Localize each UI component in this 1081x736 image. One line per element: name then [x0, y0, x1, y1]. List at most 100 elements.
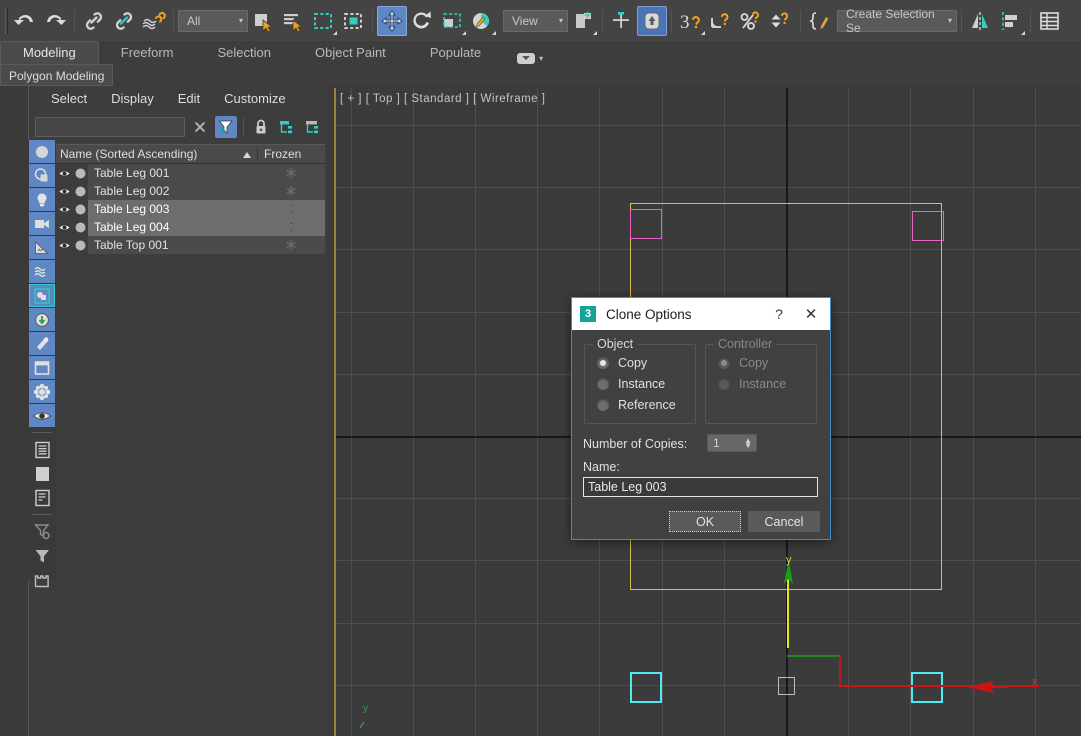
ok-button[interactable]: OK [669, 511, 741, 532]
table-leg-001-wireframe[interactable] [630, 209, 662, 239]
display-groups-icon[interactable] [29, 284, 55, 307]
undo-icon[interactable] [10, 6, 40, 36]
close-icon[interactable]: ✕ [794, 305, 828, 323]
display-shapes-icon[interactable] [29, 164, 55, 187]
object-name[interactable]: Table Top 001 [88, 236, 257, 254]
keyboard-shortcut-override-icon[interactable] [637, 5, 667, 36]
select-and-manipulate-icon[interactable] [607, 6, 637, 36]
configure-filter-icon[interactable] [29, 520, 55, 543]
visibility-eye-icon[interactable] [56, 205, 72, 214]
display-containers-icon[interactable] [29, 356, 55, 379]
gizmo-x-arrow[interactable] [964, 677, 1034, 697]
clone-name-input[interactable]: Table Leg 003 [583, 477, 818, 497]
polygon-modeling-tab[interactable]: Polygon Modeling [0, 64, 114, 86]
object-color-swatch[interactable] [72, 186, 88, 197]
frozen-cell[interactable] [257, 236, 325, 254]
select-and-scale-icon[interactable] [437, 6, 467, 36]
object-color-swatch[interactable] [72, 222, 88, 233]
spinner-arrows-icon[interactable]: ▲ ▼ [744, 437, 756, 450]
display-lights-icon[interactable] [29, 188, 55, 211]
gizmo-xy-plane-handle[interactable] [786, 634, 866, 690]
angle-snap-toggle-icon[interactable] [706, 6, 736, 36]
display-geometry-icon[interactable] [29, 140, 55, 163]
tab-modeling[interactable]: Modeling [0, 41, 99, 64]
display-particles-icon[interactable] [29, 380, 55, 403]
frozen-cell[interactable] [257, 218, 325, 236]
tab-freeform[interactable]: Freeform [99, 41, 196, 64]
tab-object-paint[interactable]: Object Paint [293, 41, 408, 64]
object-name[interactable]: Table Leg 001 [88, 164, 257, 182]
table-leg-002-wireframe[interactable] [912, 211, 944, 241]
detail-view-icon[interactable] [29, 486, 55, 509]
list-view-icon[interactable] [29, 438, 55, 461]
window-crossing-icon[interactable] [338, 6, 368, 36]
radio-object-reference[interactable]: Reference [585, 394, 695, 415]
visibility-eye-icon[interactable] [56, 223, 72, 232]
number-of-copies-stepper[interactable]: 1 ▲ ▼ [707, 434, 757, 452]
tab-populate[interactable]: Populate [408, 41, 503, 64]
expand-all-icon[interactable] [276, 116, 298, 138]
object-name[interactable]: Table Leg 004 [88, 218, 257, 236]
dialog-titlebar[interactable]: 3 Clone Options ? ✕ [572, 298, 830, 330]
display-cameras-icon[interactable] [29, 212, 55, 235]
align-icon[interactable] [996, 6, 1026, 36]
frozen-cell[interactable] [257, 200, 325, 218]
select-object-icon[interactable] [248, 6, 278, 36]
scene-explorer-icon[interactable] [1035, 6, 1065, 36]
column-frozen[interactable]: Frozen [257, 147, 325, 161]
select-and-rotate-icon[interactable] [407, 6, 437, 36]
object-name[interactable]: Table Leg 003 [88, 200, 257, 218]
lock-icon[interactable] [250, 116, 272, 138]
menu-edit[interactable]: Edit [166, 86, 212, 112]
object-color-swatch[interactable] [72, 204, 88, 215]
help-button[interactable]: ? [764, 306, 794, 322]
visibility-eye-icon[interactable] [56, 241, 72, 250]
select-by-name-icon[interactable] [278, 6, 308, 36]
percent-snap-toggle-icon[interactable] [736, 6, 766, 36]
select-and-link-icon[interactable] [79, 6, 109, 36]
table-row[interactable]: Table Leg 001 [28, 164, 325, 182]
select-and-place-icon[interactable] [467, 6, 497, 36]
reference-coordinate-system-dropdown[interactable]: View ▾ [503, 9, 568, 32]
collapse-all-icon[interactable] [302, 116, 324, 138]
unlink-selection-icon[interactable] [109, 6, 139, 36]
table-row[interactable]: Table Top 001 [28, 236, 325, 254]
table-row[interactable]: Table Leg 003 [28, 200, 325, 218]
search-input[interactable] [35, 117, 185, 137]
visibility-eye-icon[interactable] [56, 187, 72, 196]
use-pivot-point-center-icon[interactable] [568, 6, 598, 36]
named-selection-set-dropdown[interactable]: Create Selection Se ▾ [837, 7, 957, 35]
clear-search-icon[interactable] [189, 116, 211, 138]
select-and-move-icon[interactable] [377, 5, 407, 36]
spinner-snap-toggle-icon[interactable] [766, 6, 796, 36]
frozen-cell[interactable] [257, 164, 325, 182]
display-bones-icon[interactable] [29, 332, 55, 355]
snaps-toggle-icon[interactable]: 3 [676, 6, 706, 36]
menu-display[interactable]: Display [99, 86, 166, 112]
menu-customize[interactable]: Customize [212, 86, 297, 112]
radio-object-instance[interactable]: Instance [585, 373, 695, 394]
object-color-swatch[interactable] [72, 168, 88, 179]
filter-icon[interactable] [215, 116, 237, 138]
tab-selection[interactable]: Selection [196, 41, 293, 64]
radio-object-copy[interactable]: Copy [585, 352, 695, 373]
visibility-eye-icon[interactable] [56, 169, 72, 178]
object-name[interactable]: Table Leg 002 [88, 182, 257, 200]
ribbon-minimize-control[interactable]: ▾ [503, 53, 543, 64]
display-visibility-icon[interactable] [29, 404, 55, 427]
bind-to-space-warp-icon[interactable] [139, 6, 169, 36]
menu-select[interactable]: Select [39, 86, 99, 112]
redo-icon[interactable] [40, 6, 70, 36]
frozen-cell[interactable] [257, 182, 325, 200]
object-color-swatch[interactable] [72, 240, 88, 251]
apply-filter-icon[interactable] [29, 544, 55, 567]
table-leg-003-wireframe[interactable] [630, 672, 662, 703]
rectangular-selection-region-icon[interactable] [308, 6, 338, 36]
panel-view-icon[interactable] [29, 462, 55, 485]
mirror-icon[interactable] [966, 6, 996, 36]
viewport-label[interactable]: [ + ] [ Top ] [ Standard ] [ Wireframe ] [340, 93, 545, 105]
display-helpers-icon[interactable] [29, 236, 55, 259]
display-xrefs-icon[interactable] [29, 308, 55, 331]
container-icon[interactable] [29, 568, 55, 591]
selection-filter-dropdown[interactable]: All ▾ [178, 9, 248, 32]
